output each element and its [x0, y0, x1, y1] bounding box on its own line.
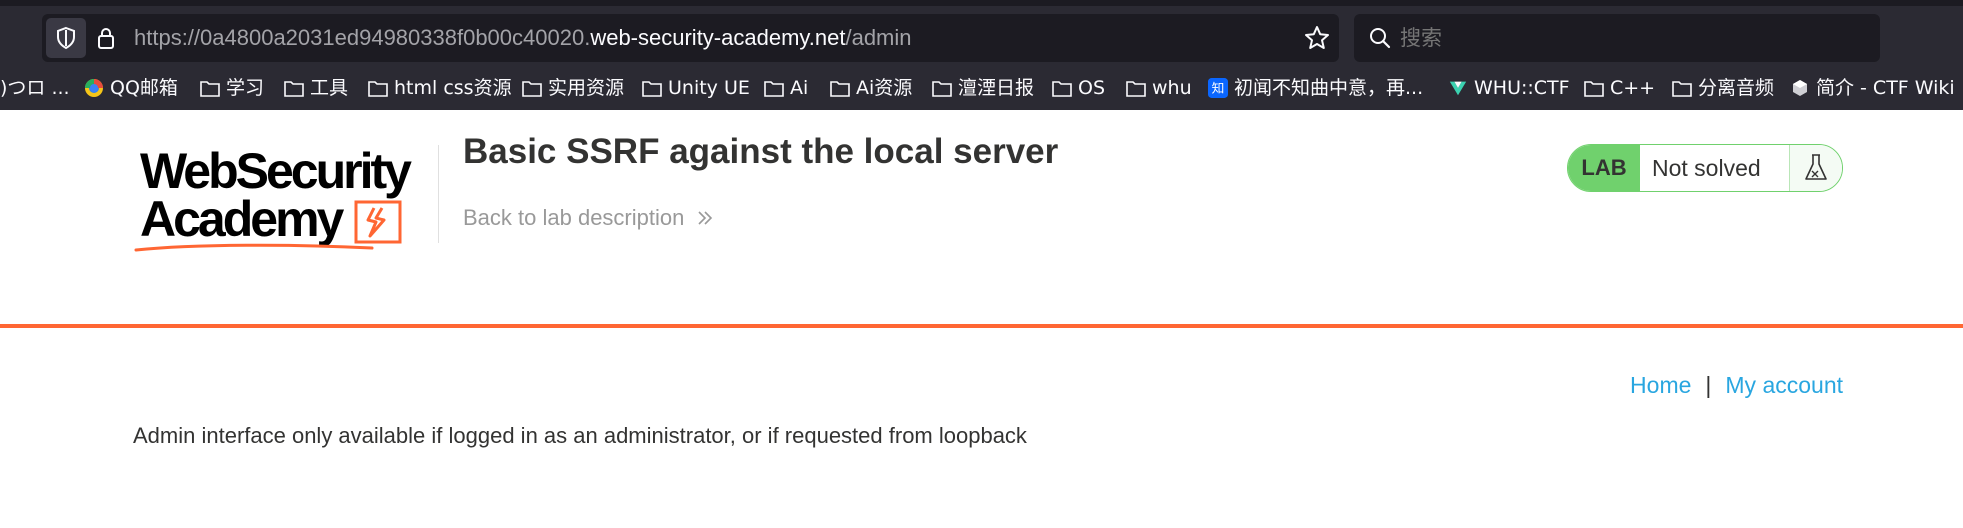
bookmark-label: QQ邮箱 [110, 77, 178, 99]
folder-icon [368, 78, 388, 98]
bookmark-folder[interactable]: 澶湮日报 [932, 72, 1034, 110]
bookmark-folder[interactable]: 分离音频 [1672, 72, 1774, 110]
bookmark-whuctf[interactable]: WHU::CTF [1448, 72, 1570, 110]
folder-icon [200, 78, 220, 98]
svg-text:知: 知 [1212, 81, 1225, 96]
header-divider [438, 145, 439, 243]
bookmark-label: whu [1152, 77, 1192, 99]
double-chevron-right-icon [698, 211, 713, 225]
bookmark-qq-mail[interactable]: QQ邮箱 [84, 72, 178, 110]
lab-status-widget: LAB Not solved [1567, 144, 1843, 192]
whuctf-icon [1448, 78, 1468, 98]
tracking-protection-button[interactable] [46, 18, 86, 58]
folder-icon [284, 78, 304, 98]
search-bar[interactable] [1354, 14, 1880, 62]
ctfwiki-icon [1790, 78, 1810, 98]
bookmark-zhihu[interactable]: 知 初闻不知曲中意，再... [1208, 72, 1423, 110]
bookmark-folder[interactable]: Ai [764, 72, 808, 110]
browser-toolbar: https://0a4800a2031ed94980338f0b00c40020… [0, 6, 1963, 72]
shield-icon [57, 26, 75, 50]
search-input[interactable] [1400, 14, 1860, 62]
bookmark-folder[interactable]: 工具 [284, 72, 348, 110]
folder-icon [1584, 78, 1604, 98]
bookmark-folder[interactable]: Unity UE [642, 72, 750, 110]
my-account-link[interactable]: My account [1725, 372, 1843, 399]
qq-mail-icon [84, 78, 104, 98]
bookmark-label: 实用资源 [548, 77, 625, 99]
url-domain: web-security-academy.net [590, 25, 846, 50]
web-security-academy-logo[interactable]: WebSecurity Academy [134, 142, 438, 254]
bookmark-folder[interactable]: Ai资源 [830, 72, 912, 110]
zhihu-icon: 知 [1208, 78, 1228, 98]
url-prefix: https://0a4800a2031ed94980338f0b00c40020… [134, 25, 591, 50]
home-link[interactable]: Home [1630, 372, 1691, 399]
url-path: /admin [845, 25, 912, 50]
folder-icon [830, 78, 850, 98]
header-separator [0, 324, 1963, 328]
bookmark-label: 简介 - CTF Wiki [1816, 77, 1955, 99]
bookmark-label: html css资源 [394, 77, 512, 99]
admin-access-message: Admin interface only available if logged… [133, 423, 1027, 448]
flask-icon [1790, 145, 1842, 191]
bookmark-folder[interactable]: html css资源 [368, 72, 512, 110]
bookmark-label: WHU::CTF [1474, 77, 1570, 99]
web-page: WebSecurity Academy Basic SSRF against t… [0, 110, 1963, 528]
bookmark-folder[interactable]: C++ [1584, 72, 1655, 110]
bookmark-label: OS [1078, 77, 1106, 99]
bookmark-label: Ai资源 [856, 77, 913, 99]
bookmark-label: 学习 [226, 77, 265, 99]
folder-icon [932, 78, 952, 98]
bookmark-label: )つロ ... [0, 77, 70, 99]
search-icon [1368, 26, 1392, 50]
folder-icon [522, 78, 542, 98]
url-text[interactable]: https://0a4800a2031ed94980338f0b00c40020… [134, 14, 912, 62]
top-nav: Home | My account [1630, 372, 1843, 399]
bookmark-folder[interactable]: OS [1052, 72, 1105, 110]
bookmark-ctfwiki[interactable]: 简介 - CTF Wiki [1790, 72, 1955, 110]
lab-title: Basic SSRF against the local server [463, 132, 1059, 171]
lock-icon[interactable] [94, 26, 118, 50]
folder-icon [1126, 78, 1146, 98]
folder-icon [1052, 78, 1072, 98]
address-bar[interactable]: https://0a4800a2031ed94980338f0b00c40020… [42, 14, 1339, 62]
folder-icon [642, 78, 662, 98]
bookmark-item[interactable]: )つロ ... [0, 72, 70, 110]
logo-underline-icon [134, 243, 374, 252]
folder-icon [764, 78, 784, 98]
bookmark-folder[interactable]: whu [1126, 72, 1192, 110]
bookmark-label: 初闻不知曲中意，再... [1234, 77, 1424, 99]
lab-status-text: Not solved [1640, 145, 1790, 191]
bookmarks-toolbar: )つロ ... QQ邮箱 学习 工具 html css资源 实用资源 Unity… [0, 72, 1963, 110]
bookmark-label: C++ [1610, 77, 1656, 99]
bookmark-star-icon[interactable] [1303, 24, 1331, 52]
bookmark-label: 分离音频 [1698, 77, 1775, 99]
bookmark-folder[interactable]: 学习 [200, 72, 264, 110]
bookmark-label: Unity UE [668, 77, 750, 99]
folder-icon [1672, 78, 1692, 98]
lab-badge: LAB [1568, 145, 1640, 191]
bookmark-label: 工具 [310, 77, 349, 99]
nav-separator: | [1705, 372, 1712, 398]
logo-text-line2: Academy [140, 191, 344, 247]
bookmark-label: 澶湮日报 [958, 77, 1035, 99]
bookmark-label: Ai [790, 77, 809, 99]
back-to-lab-description-link[interactable]: Back to lab description [463, 205, 714, 231]
back-link-label: Back to lab description [463, 205, 685, 230]
bookmark-folder[interactable]: 实用资源 [522, 72, 624, 110]
